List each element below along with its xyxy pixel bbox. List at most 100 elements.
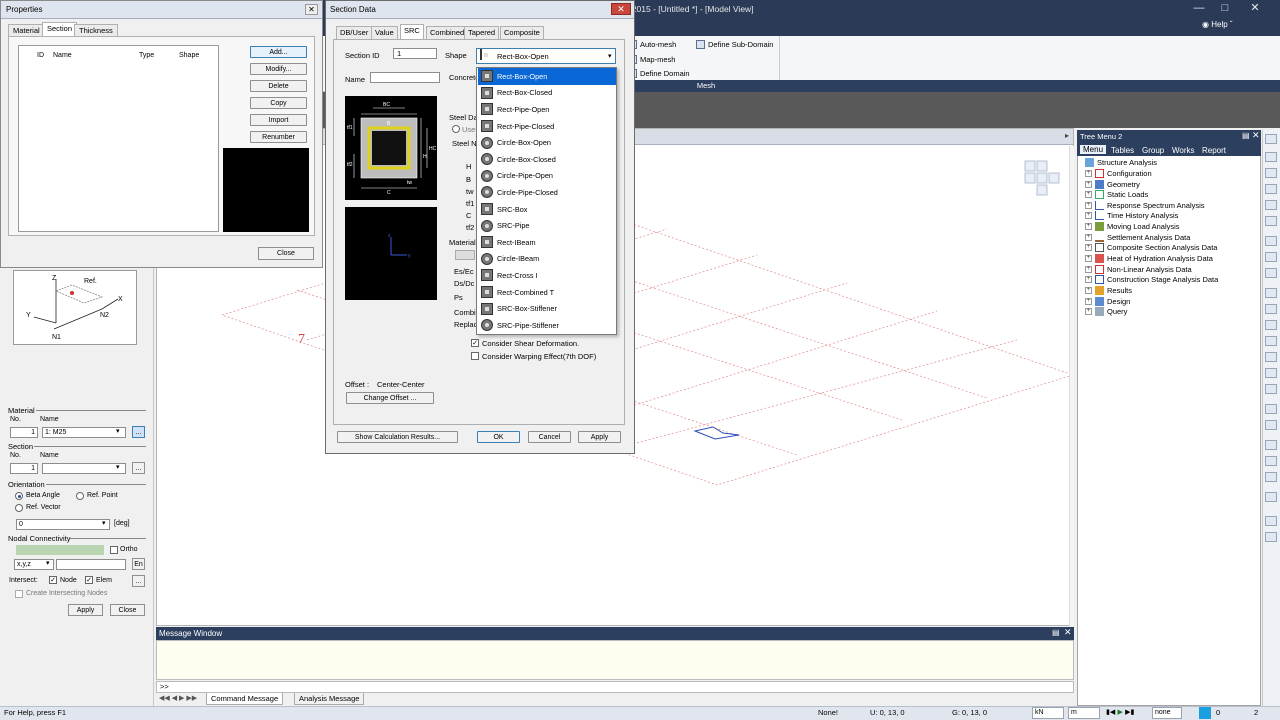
section-list[interactable]: ID Name Type Shape [18, 45, 219, 232]
tree-item-geometry[interactable]: + Geometry [1085, 180, 1140, 189]
toolbar-icon[interactable] [1265, 456, 1277, 466]
tab-nav-icon[interactable]: ◀◀ ◀ ▶ ▶▶ [159, 694, 197, 702]
tree-item-moving-load[interactable]: + Moving Load Analysis [1085, 222, 1180, 231]
show-calculation-button[interactable]: Show Calculation Results... [337, 431, 458, 443]
shape-option[interactable]: SRC-Pipe-Stiffener [478, 317, 616, 334]
tree-item-response-spectrum[interactable]: + Response Spectrum Analysis [1085, 201, 1205, 210]
tab-works[interactable]: Works [1172, 146, 1195, 155]
properties-close-button[interactable]: Close [258, 247, 314, 260]
material-browse-button[interactable]: ... [132, 426, 145, 438]
toolbar-icon[interactable] [1265, 304, 1277, 314]
add-button[interactable]: Add... [250, 46, 307, 58]
tree-item-composite-section[interactable]: + Composite Section Analysis Data [1085, 243, 1217, 252]
apply-button[interactable]: Apply [578, 431, 621, 443]
shape-option[interactable]: Circle-Pipe-Open [478, 168, 616, 185]
tree-item-design[interactable]: + Design [1085, 297, 1130, 306]
tree-item-static-loads[interactable]: + Static Loads [1085, 190, 1148, 199]
length-unit-select[interactable]: m [1068, 707, 1100, 719]
tab-db-user[interactable]: DB/User [336, 26, 373, 39]
modify-button[interactable]: Modify... [250, 63, 307, 75]
tree-item-configuration[interactable]: + Configuration [1085, 169, 1152, 178]
expand-icon[interactable]: + [1085, 181, 1092, 188]
tab-value[interactable]: Value [371, 26, 398, 39]
shape-option[interactable]: Rect-IBeam [478, 234, 616, 251]
tab-composite[interactable]: Composite [500, 26, 544, 39]
toolbar-icon[interactable] [1265, 440, 1277, 450]
expand-icon[interactable]: + [1085, 170, 1092, 177]
nodal-input-field[interactable] [16, 545, 104, 555]
toolbar-icon[interactable] [1265, 472, 1277, 482]
section-id-field[interactable]: 1 [393, 48, 437, 59]
apply-button[interactable]: Apply [68, 604, 103, 616]
expand-icon[interactable]: + [1085, 255, 1092, 262]
shape-option[interactable]: Rect-Combined T [478, 284, 616, 301]
shape-option[interactable]: SRC-Box [478, 201, 616, 218]
ref-point-radio[interactable] [76, 492, 84, 500]
beta-angle-field[interactable]: 0 [16, 519, 110, 530]
tree-item-settlement[interactable]: + Settlement Analysis Data [1085, 233, 1190, 242]
tree-item-results[interactable]: + Results [1085, 286, 1132, 295]
toolbar-icon[interactable] [1265, 216, 1277, 226]
section-name-select[interactable] [42, 463, 126, 474]
intersect-elem-checkbox[interactable]: ✓ [85, 576, 93, 584]
en-button[interactable]: En [132, 558, 145, 570]
section-no-field[interactable]: 1 [10, 463, 38, 474]
shape-option[interactable]: SRC-Box-Stiffener [478, 300, 616, 317]
col-id[interactable]: ID [37, 52, 44, 59]
tab-tapered[interactable]: Tapered [464, 26, 500, 39]
toolbar-icon[interactable] [1265, 288, 1277, 298]
shape-option[interactable]: Rect-Pipe-Open [478, 101, 616, 118]
expand-icon[interactable]: + [1085, 212, 1092, 219]
mode-select[interactable]: none [1152, 707, 1182, 719]
toolbar-icon[interactable] [1265, 268, 1277, 278]
toolbar-icon[interactable] [1265, 134, 1277, 144]
renumber-button[interactable]: Renumber [250, 131, 307, 143]
toolbar-icon[interactable] [1265, 252, 1277, 262]
close-message-icon[interactable]: ✕ [1064, 627, 1072, 638]
warping-checkbox[interactable] [471, 352, 479, 360]
shape-option[interactable]: SRC-Pipe [478, 217, 616, 234]
intersect-browse-button[interactable]: ... [132, 575, 145, 587]
snap-icon[interactable] [1199, 707, 1211, 719]
tab-src[interactable]: SRC [400, 24, 424, 39]
beta-angle-radio[interactable] [15, 492, 23, 500]
close-button[interactable]: Close [110, 604, 145, 616]
col-name[interactable]: Name [53, 52, 72, 59]
expand-icon[interactable]: + [1085, 276, 1092, 283]
help-menu[interactable]: ◉ Help ˇ [1202, 20, 1233, 29]
expand-icon[interactable]: + [1085, 202, 1092, 209]
name-field[interactable] [370, 72, 440, 83]
tree-item-query[interactable]: + Query [1085, 307, 1127, 316]
toolbar-icon[interactable] [1265, 368, 1277, 378]
zoom-icon[interactable] [1265, 236, 1277, 246]
toolbar-icon[interactable] [1265, 404, 1277, 414]
expand-icon[interactable]: + [1085, 244, 1092, 251]
expand-icon[interactable]: + [1085, 223, 1092, 230]
ok-button[interactable]: OK [477, 431, 520, 443]
toolbar-icon[interactable] [1265, 516, 1277, 526]
change-offset-button[interactable]: Change Offset ... [346, 392, 434, 404]
shape-select[interactable]: Rect-Box-Open ▾ [476, 48, 616, 64]
material-name-select[interactable]: 1: M25 [42, 427, 126, 438]
shape-option[interactable]: Circle-Box-Closed [478, 151, 616, 168]
tab-menu[interactable]: Menu [1080, 145, 1107, 154]
maximize-icon[interactable]: □ [1214, 1, 1236, 16]
expand-icon[interactable]: + [1085, 191, 1092, 198]
coord-field[interactable] [56, 559, 126, 570]
expand-icon[interactable]: + [1085, 308, 1092, 315]
toolbar-icon[interactable] [1265, 336, 1277, 346]
toolbar-icon[interactable] [1265, 532, 1277, 542]
tab-command-message[interactable]: Command Message [206, 693, 284, 705]
minimize-icon[interactable]: — [1188, 1, 1210, 16]
close-tree-icon[interactable]: ✕ [1252, 130, 1260, 141]
create-nodes-checkbox[interactable] [15, 590, 23, 598]
copy-button[interactable]: Copy [250, 97, 307, 109]
tab-group[interactable]: Group [1142, 146, 1164, 155]
tree-item-time-history[interactable]: + Time History Analysis [1085, 211, 1178, 220]
tab-analysis-message[interactable]: Analysis Message [294, 693, 365, 705]
toolbar-icon[interactable] [1265, 420, 1277, 430]
user-radio[interactable] [452, 125, 460, 133]
tab-section[interactable]: Section [42, 22, 78, 36]
shape-option[interactable]: Circle-IBeam [478, 251, 616, 268]
expand-icon[interactable]: + [1085, 287, 1092, 294]
